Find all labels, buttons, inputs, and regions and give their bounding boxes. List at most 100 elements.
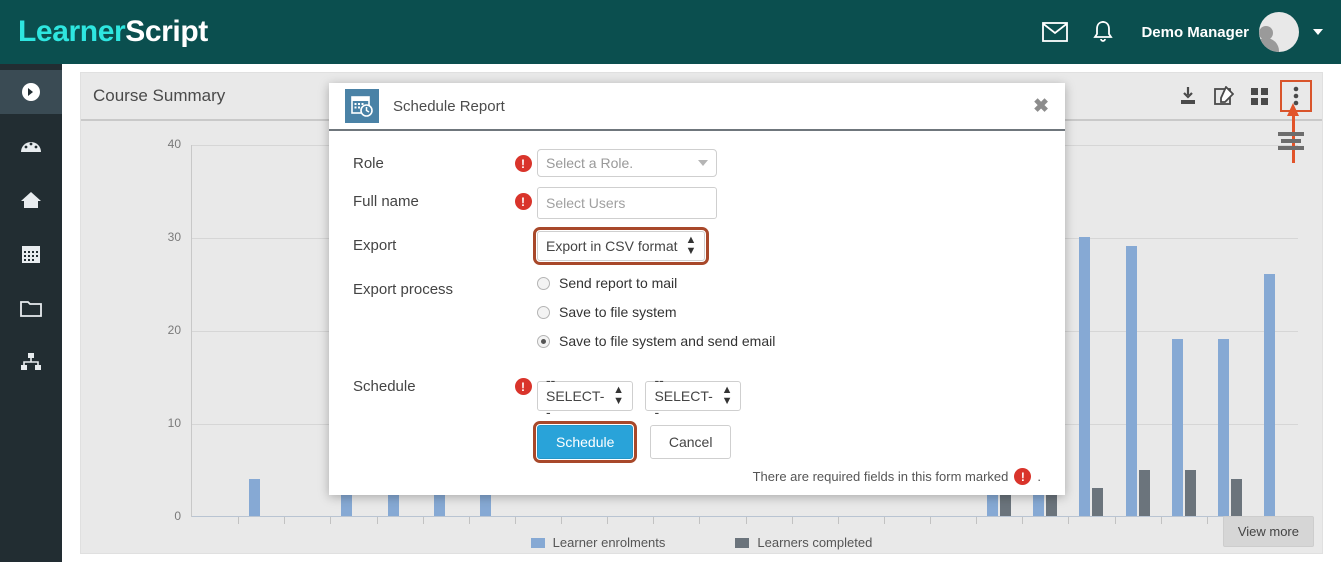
sidebar-item-sitemap[interactable]: [0, 340, 62, 384]
fullname-input[interactable]: Select Users: [537, 187, 717, 219]
chart-x-tick: [376, 517, 378, 524]
export-format-value: Export in CSV format: [546, 238, 678, 254]
logo-part-one: Learner: [18, 15, 126, 48]
role-select-value: Select a Role.: [546, 155, 634, 171]
required-fields-note-text: There are required fields in this form m…: [752, 469, 1009, 484]
export-field-wrapper: Export in CSV format ▲ ▼: [532, 227, 1065, 265]
export-process-option-label: Send report to mail: [559, 275, 678, 291]
chart-x-tick: [699, 517, 701, 524]
form-row-schedule: Schedule ! --SELECT-- ▲ ▼ --SELECT-- ▲ ▼: [329, 372, 1065, 420]
sidebar-item-dashboard[interactable]: [0, 124, 62, 168]
export-process-required-spacer: [509, 275, 537, 281]
chart-x-tick: [238, 517, 240, 524]
sidebar-item-files[interactable]: [0, 286, 62, 330]
chart-legend-item[interactable]: Learners completed: [735, 535, 872, 550]
schedule-required-marker: !: [509, 372, 537, 395]
logo-part-two: Script: [125, 15, 208, 48]
legend-label: Learners completed: [757, 535, 873, 550]
role-required-marker: !: [509, 149, 537, 172]
app-logo[interactable]: LearnerScript: [18, 15, 208, 49]
schedule-label: Schedule: [353, 378, 416, 395]
spinner-arrows-icon: ▲ ▼: [685, 234, 697, 257]
form-row-actions: Schedule Cancel: [329, 421, 1065, 463]
spinner-arrows-icon: ▲ ▼: [721, 384, 733, 407]
legend-swatch: [530, 537, 545, 548]
chart-x-tick: [1114, 517, 1116, 524]
chart-x-tick: [653, 517, 655, 524]
actions-wrapper: Schedule Cancel: [532, 421, 1065, 463]
chart-x-tick: [607, 517, 609, 524]
sidebar-item-home[interactable]: [0, 178, 62, 222]
required-badge: !: [514, 378, 532, 395]
sidebar-item-toggle[interactable]: [0, 70, 62, 114]
chart-y-tick-label: 40: [167, 137, 181, 151]
form-row-fullname: Full name ! Select Users: [329, 187, 1065, 219]
schedule-field-wrapper: --SELECT-- ▲ ▼ --SELECT-- ▲ ▼: [537, 372, 1065, 420]
download-icon[interactable]: [1176, 84, 1200, 108]
chart-bar: [1138, 469, 1150, 516]
fullname-field-wrapper: Select Users: [537, 187, 1065, 219]
legend-label: Learner enrolments: [552, 535, 666, 550]
chart-bar: [249, 478, 261, 516]
export-required-spacer: [509, 231, 537, 237]
export-process-option-1[interactable]: Save to file system: [537, 304, 1065, 320]
export-process-option-2[interactable]: Save to file system and send email: [537, 333, 1065, 349]
left-sidebar: [0, 64, 62, 562]
avatar[interactable]: [1259, 12, 1299, 52]
sidebar-item-calendar[interactable]: [0, 232, 62, 276]
grid-icon[interactable]: [1248, 84, 1272, 108]
chart-x-tick: [330, 517, 332, 524]
current-user-name[interactable]: Demo Manager: [1141, 24, 1249, 41]
modal-header: Schedule Report ✖: [329, 83, 1065, 131]
export-format-select[interactable]: Export in CSV format ▲ ▼: [532, 227, 710, 265]
chart-x-tick: [1160, 517, 1162, 524]
chart-x-tick: [1068, 517, 1070, 524]
chart-bar: [1217, 339, 1229, 516]
chart-x-tick: [514, 517, 516, 524]
schedule-frequency-select[interactable]: --SELECT-- ▲ ▼: [537, 372, 633, 420]
chart-x-tick: [883, 517, 885, 524]
schedule-time-select[interactable]: --SELECT-- ▲ ▼: [645, 372, 742, 420]
role-select[interactable]: Select a Role.: [537, 149, 717, 177]
schedule-report-modal: Schedule Report ✖ Role ! Select a Role. …: [329, 83, 1065, 495]
chart-legend: Learner enrolments Learners completed: [81, 535, 1322, 550]
required-badge: !: [514, 193, 532, 210]
chart-bar: [1230, 478, 1242, 516]
chart-x-tick: [1206, 517, 1208, 524]
radio-icon[interactable]: [537, 334, 550, 348]
chart-y-tick-label: 30: [167, 230, 181, 244]
chart-bar: [1171, 339, 1183, 516]
top-navigation-bar: LearnerScript Demo Manager: [0, 0, 1341, 64]
top-bar-actions: Demo Manager: [1031, 8, 1341, 56]
chart-x-tick: [422, 517, 424, 524]
chart-x-tick: [1022, 517, 1024, 524]
export-process-option-0[interactable]: Send report to mail: [537, 275, 1065, 291]
radio-icon[interactable]: [537, 305, 550, 319]
edit-icon[interactable]: [1212, 84, 1236, 108]
chart-y-tick-label: 10: [167, 416, 181, 430]
export-process-label: Export process: [353, 281, 454, 298]
chart-x-tick: [284, 517, 286, 524]
required-badge: !: [1014, 468, 1032, 485]
chart-x-tick: [791, 517, 793, 524]
close-icon[interactable]: ✖: [1033, 97, 1049, 116]
required-fields-note-suffix: .: [1037, 469, 1041, 484]
cancel-button[interactable]: Cancel: [649, 425, 732, 459]
export-process-radio-group: Send report to mail Save to file system Sa…: [537, 275, 1065, 362]
modal-title: Schedule Report: [393, 97, 505, 115]
schedule-submit-button[interactable]: Schedule: [532, 421, 638, 463]
chart-bar: [1079, 237, 1091, 516]
chart-bar: [1125, 246, 1137, 516]
chart-x-tick: [561, 517, 562, 524]
chart-legend-item[interactable]: Learner enrolments: [530, 535, 666, 550]
radio-icon[interactable]: [537, 276, 550, 290]
view-more-button[interactable]: View more: [1222, 516, 1314, 547]
envelope-icon[interactable]: [1031, 8, 1079, 56]
spinner-arrows-icon: ▲ ▼: [613, 384, 624, 407]
bell-icon[interactable]: [1079, 8, 1127, 56]
menu-lines-icon: [1278, 132, 1304, 153]
export-process-option-label: Save to file system: [559, 304, 677, 320]
chevron-down-icon[interactable]: [1313, 29, 1323, 35]
role-label: Role: [353, 155, 384, 172]
form-row-export: Export Export in CSV format ▲ ▼: [329, 227, 1065, 265]
